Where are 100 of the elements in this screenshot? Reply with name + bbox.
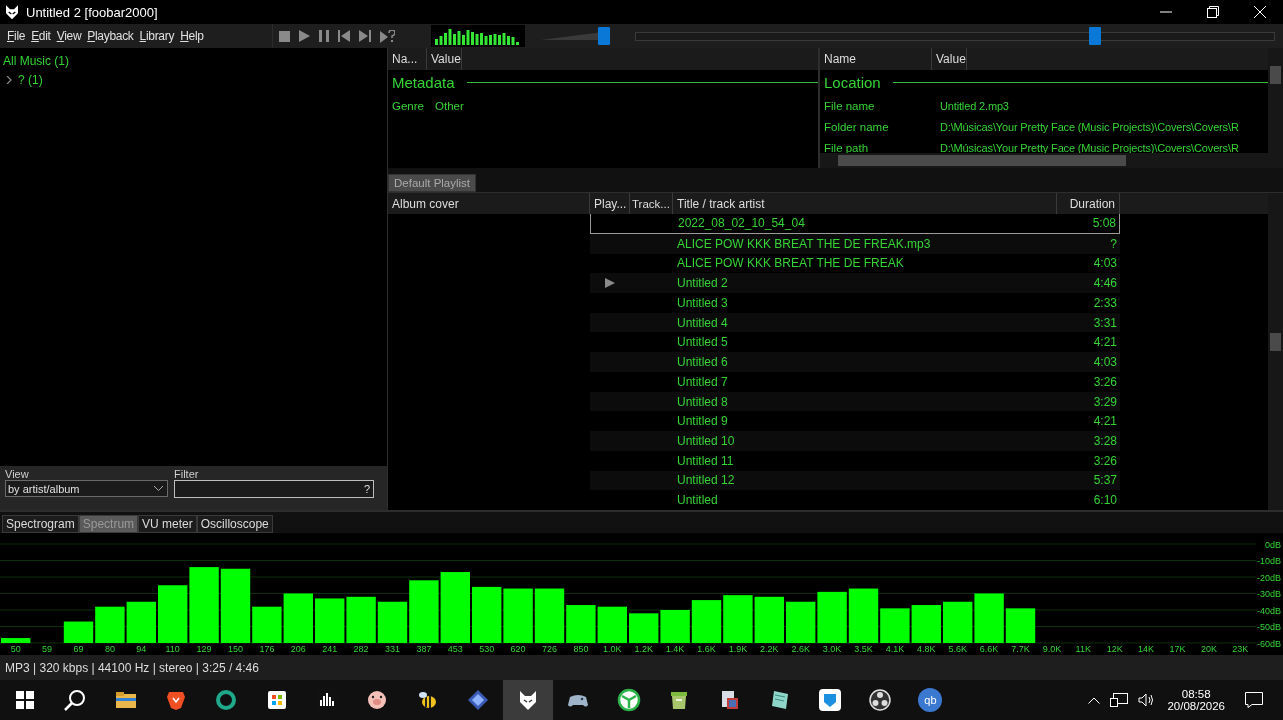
frequency-label: 1.9K	[728, 644, 748, 654]
cat-head-icon	[4, 4, 20, 20]
track-title[interactable]: Untitled	[673, 493, 1061, 508]
column-header[interactable]: Value	[427, 48, 462, 70]
track-title[interactable]: Untitled 7	[673, 374, 1061, 389]
stop-icon[interactable]	[279, 30, 290, 42]
playlist-row[interactable]: Untitled 6:10	[590, 490, 1120, 511]
frequency-label: 1.4K	[665, 644, 685, 654]
column-header[interactable]: Track...	[630, 193, 673, 214]
playlist-row[interactable]: Untitled 7 3:26	[590, 371, 1120, 392]
tree-item[interactable]: All Music (1)	[3, 53, 69, 68]
menu-item[interactable]: Edit	[28, 29, 54, 43]
menu-item[interactable]: Help	[177, 29, 207, 43]
menu-item[interactable]: File	[4, 29, 29, 43]
scrollbar-thumb[interactable]	[1270, 333, 1281, 351]
caret-icon	[154, 486, 163, 491]
decibel-label: 0dB	[1265, 539, 1281, 550]
column-header[interactable]: Title / track artist	[673, 193, 1057, 214]
next-icon[interactable]	[359, 30, 371, 42]
frequency-label: 23K	[1232, 644, 1249, 654]
vertical-scrollbar[interactable]	[1268, 193, 1283, 510]
decibel-label: -60dB	[1256, 638, 1281, 649]
horizontal-scrollbar[interactable]	[820, 153, 1268, 168]
frequency-label: 110	[165, 644, 180, 654]
previous-icon[interactable]	[338, 30, 350, 42]
playlist-row[interactable]: Untitled 4 3:31	[590, 312, 1120, 333]
playlist-row[interactable]: Untitled 3 2:33	[590, 292, 1120, 313]
scrollbar-thumb[interactable]	[1270, 66, 1281, 84]
tree-item[interactable]: ? (1)	[18, 72, 43, 87]
column-header[interactable]: Na...	[388, 48, 427, 70]
shield-app-icon	[817, 688, 842, 712]
speaker-icon[interactable]	[1138, 693, 1156, 707]
menu-item[interactable]: Playback	[84, 29, 137, 43]
track-title[interactable]: 2022_08_02_10_54_04	[674, 216, 1062, 231]
track-title[interactable]: Untitled 12	[673, 473, 1061, 488]
playlist-row[interactable]: 2022_08_02_10_54_04 5:08	[590, 214, 1120, 234]
playlist-row[interactable]: Untitled 5 4:21	[590, 332, 1120, 353]
playlist-row[interactable]: Untitled 6 4:03	[590, 352, 1120, 372]
scrollbar-thumb[interactable]	[838, 155, 1126, 166]
frequency-label: 530	[479, 644, 495, 654]
menu-item[interactable]: Library	[136, 29, 178, 43]
track-title[interactable]: Untitled 5	[673, 335, 1061, 350]
playlist-row[interactable]: Untitled 11 3:26	[590, 450, 1120, 471]
filter-field[interactable]: ?	[174, 480, 374, 498]
frequency-label: 2.2K	[760, 644, 779, 654]
clock-date[interactable]: 20/08/2026	[1167, 700, 1225, 712]
decibel-label: -10dB	[1256, 556, 1281, 566]
aperture-circle-icon	[868, 688, 893, 712]
view-dropdown[interactable]: by artist/album	[5, 480, 168, 497]
track-duration: 6:10	[1092, 493, 1118, 508]
track-title[interactable]: Untitled 11	[673, 453, 1061, 468]
network-icon[interactable]	[1110, 693, 1129, 707]
pause-icon[interactable]	[319, 30, 329, 42]
track-title[interactable]: Untitled 6	[673, 355, 1061, 370]
visualization-tab[interactable]: Oscilloscope	[196, 515, 273, 533]
random-play-icon[interactable]	[380, 29, 395, 43]
vertical-scrollbar[interactable]	[1268, 48, 1283, 168]
tree-circle-icon	[616, 688, 641, 712]
chevron-icon[interactable]	[6, 75, 12, 84]
clock-time[interactable]: 08:58	[1181, 688, 1211, 700]
property-name: File path	[823, 141, 870, 153]
frequency-label: 206	[290, 644, 306, 654]
playlist-row[interactable]: Untitled 8 3:29	[590, 391, 1120, 412]
playlist-row[interactable]: Untitled 9 4:21	[590, 411, 1120, 432]
seek-thumb[interactable]	[1089, 26, 1102, 45]
taskbar-app-button[interactable]	[502, 680, 554, 720]
app-logo: qb	[918, 688, 943, 712]
playlist-row[interactable]: ALICE POW KKK BREAT THE DE FREAK.mp3 ?	[590, 233, 1120, 254]
column-header[interactable]: Name	[820, 48, 932, 70]
column-header[interactable]: Play...	[590, 193, 630, 214]
menu-item[interactable]: View	[53, 29, 85, 43]
playlist-row[interactable]: Untitled 10 3:28	[590, 431, 1120, 451]
taskbar-app-button[interactable]: qb	[905, 680, 956, 720]
track-title[interactable]: Untitled 9	[673, 414, 1061, 429]
track-title[interactable]: Untitled 2	[673, 276, 1061, 291]
track-title[interactable]: Untitled 4	[673, 315, 1061, 330]
track-duration: 3:29	[1092, 394, 1118, 409]
playlist-tab[interactable]: Default Playlist	[388, 174, 477, 192]
play-icon[interactable]	[299, 30, 310, 42]
frequency-label: 9.0K	[1042, 644, 1062, 654]
visualization-tab[interactable]: VU meter	[138, 515, 197, 533]
playlist-row[interactable]: ALICE POW KKK BREAT THE DE FREAK 4:03	[590, 253, 1120, 274]
column-header[interactable]: Duration	[1057, 193, 1120, 214]
visualization-tab[interactable]: Spectrogram	[2, 515, 79, 533]
column-header[interactable]: Value	[932, 48, 967, 70]
track-title[interactable]: Untitled 8	[673, 394, 1061, 409]
property-value: D:\Músicas\Your Pretty Face (Music Projects)\Covers\Covers\R	[939, 141, 1239, 153]
track-title[interactable]: ALICE POW KKK BREAT THE DE FREAK.mp3	[673, 236, 1061, 251]
playlist-row[interactable]: Untitled 2 4:46	[590, 273, 1120, 293]
track-duration: 4:03	[1092, 355, 1118, 370]
chevron-up-icon[interactable]	[1088, 696, 1101, 704]
track-title[interactable]: Untitled 10	[673, 433, 1061, 448]
track-title[interactable]: ALICE POW KKK BREAT THE DE FREAK	[673, 256, 1061, 271]
notification-icon[interactable]	[1245, 692, 1263, 708]
volume-thumb[interactable]	[598, 27, 611, 45]
property-name: File name	[823, 99, 876, 112]
playlist-row[interactable]: Untitled 12 5:37	[590, 470, 1120, 491]
help-button[interactable]: ?	[363, 483, 370, 495]
track-title[interactable]: Untitled 3	[673, 295, 1061, 310]
decibel-label: -20dB	[1256, 572, 1281, 583]
